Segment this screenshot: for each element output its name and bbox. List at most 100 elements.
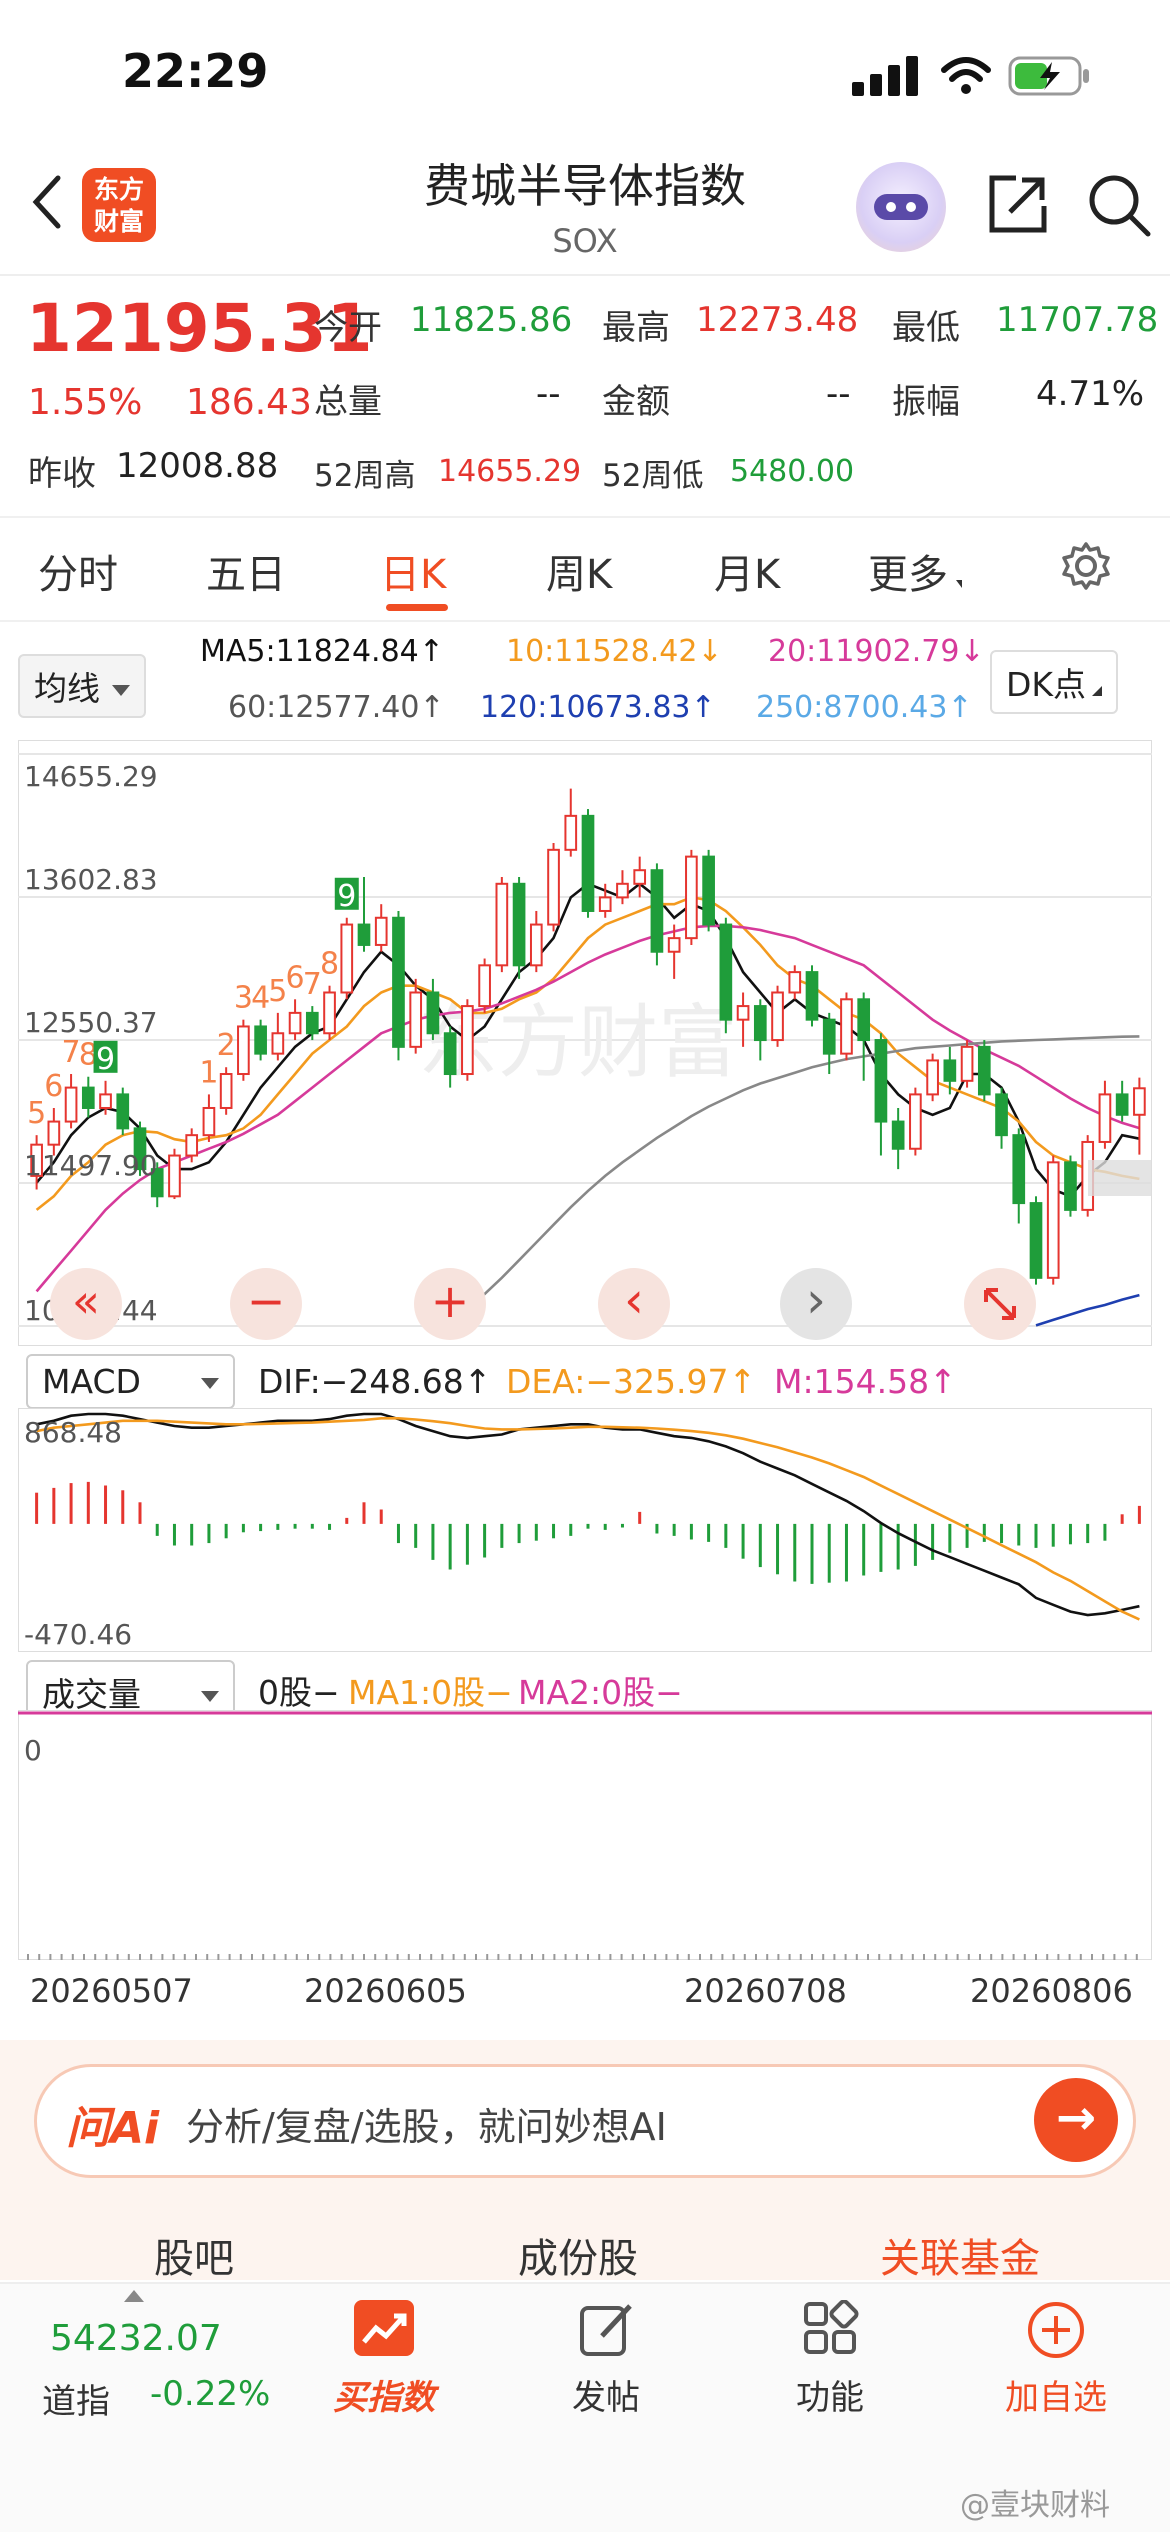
function-grid-icon[interactable] [802,2300,860,2358]
ticker-name[interactable]: 道指 [42,2374,110,2423]
buy-index-icon[interactable] [354,2300,414,2356]
candle [495,877,509,973]
signal-icon [852,56,918,96]
volume-chart[interactable]: 0 [18,1710,1152,1960]
candle [340,917,354,1000]
ticker-expand-icon[interactable] [124,2290,144,2302]
tabs-divider [0,620,1170,622]
svg-text:8: 8 [320,947,339,982]
tab-more[interactable]: 更多 [868,542,962,600]
candle [1064,1155,1077,1217]
post-edit-icon[interactable] [578,2300,636,2358]
fullscreen-icon[interactable] [964,1268,1036,1340]
chevron-down-icon [200,1378,219,1389]
macd-m: M:154.58↑ [774,1362,957,1401]
ticker-value[interactable]: 54232.07 [50,2318,222,2359]
ma60-value: 60:12577.40↑ [228,690,445,725]
prev-close-value: 12008.88 [116,446,279,486]
td-sequential-label: 3 [234,981,253,1016]
candle [1046,1155,1060,1285]
week52-low-label: 52周低 [602,458,704,494]
ai-robot-icon[interactable] [856,162,946,252]
kline-ytick: 14655.29 [24,760,158,793]
open-value: 11825.86 [410,300,573,340]
ma20-value: 20:11902.79↓ [768,634,985,669]
svg-text:9: 9 [96,1042,115,1077]
tab-five-day[interactable]: 五日 [206,542,286,600]
td-sequential-label: 9 [334,877,359,914]
td-sequential-label: 6 [286,960,305,995]
chevron-down-icon [112,685,130,696]
add-watchlist-label[interactable]: 加自选 [976,2370,1136,2419]
x-date-3: 20260708 [684,1972,847,2010]
post-label[interactable]: 发帖 [526,2370,686,2419]
tab-weekly-k[interactable]: 周K [546,542,612,600]
settings-gear-icon[interactable] [1060,540,1112,592]
svg-text:2: 2 [217,1028,236,1063]
subtab-constituents[interactable]: 成份股 [518,2226,638,2284]
volume-ma2: MA2:0股− [518,1673,683,1712]
subtab-related-funds[interactable]: 关联基金 [880,2226,1040,2284]
td-sequential-label: 2 [217,1028,236,1063]
candle [702,849,715,932]
change-percent: 1.55% [28,382,143,423]
macd-ytick-top: 868.48 [24,1416,122,1449]
td-sequential-label: 6 [44,1069,63,1104]
indicator-selector[interactable]: 均线 [18,654,146,718]
kline-chart[interactable]: 东方财富 56789 123456789 14655.2913602.831255… [18,740,1152,1346]
source-watermark: @壹块财料 [960,2488,1110,2523]
volume-value-label: 0股− [258,1673,340,1712]
macd-dif: DIF:−248.68↑ [258,1362,492,1401]
share-icon[interactable] [986,172,1050,236]
prev-button[interactable]: ‹ [598,1268,670,1340]
x-date-4: 20260806 [970,1972,1133,2010]
tab-intraday[interactable]: 分时 [38,542,118,600]
td-sequential-label: 9 [93,1040,118,1077]
ma120-value: 120:10673.83↑ [480,690,716,725]
td-sequential-label: 7 [62,1035,81,1070]
amount-value: -- [826,374,851,414]
candle [650,863,664,966]
candle [512,877,526,979]
candle [219,1067,233,1115]
zoom-in-button[interactable]: + [414,1268,486,1340]
dk-point-button[interactable]: DK点 [990,650,1119,714]
macd-selector[interactable]: MACD [26,1354,235,1409]
candle [116,1087,130,1136]
tab-monthly-k[interactable]: 月K [714,542,780,600]
candle [960,1040,974,1088]
subtab-stock-forum[interactable]: 股吧 [154,2226,234,2284]
ticker-change[interactable]: -0.22% [150,2374,270,2414]
add-watchlist-icon[interactable] [1026,2300,1086,2360]
prev-close-label: 昨收 [28,454,96,494]
macd-chart[interactable]: 868.48 -470.46 [18,1408,1152,1652]
ai-submit-arrow-icon[interactable]: → [1034,2078,1118,2162]
week52-high-value: 14655.29 [438,454,582,489]
active-tab-indicator [386,604,448,611]
x-date-2: 20260605 [304,1972,467,2010]
zoom-out-button[interactable]: − [230,1268,302,1340]
ai-label: 问Ai [66,2103,160,2154]
tab-daily-k[interactable]: 日K [380,542,446,600]
fast-back-button[interactable]: « [50,1268,122,1340]
candle [392,910,405,1061]
volume-frame [18,1710,1152,1960]
status-time: 22:29 [122,44,269,98]
function-label[interactable]: 功能 [750,2370,910,2419]
buy-index-label[interactable]: 买指数 [304,2370,464,2419]
next-button[interactable]: › [780,1268,852,1340]
wifi-icon [941,57,991,94]
ma250-value: 250:8700.43↑ [756,690,973,725]
kline-ytick: 13602.83 [24,863,158,896]
candle [840,992,853,1061]
candle [547,843,560,932]
svg-text:6: 6 [286,960,305,995]
search-icon[interactable] [1086,172,1152,238]
candle [771,985,784,1047]
kline-ytick: 11497.90 [24,1149,158,1182]
td-sequential-label: 8 [320,947,339,982]
low-value: 11707.78 [996,300,1159,340]
volume-value: -- [536,374,561,414]
svg-text:9: 9 [337,879,356,914]
ai-input-placeholder[interactable]: 分析/复盘/选股，就问妙想AI [186,2096,667,2151]
